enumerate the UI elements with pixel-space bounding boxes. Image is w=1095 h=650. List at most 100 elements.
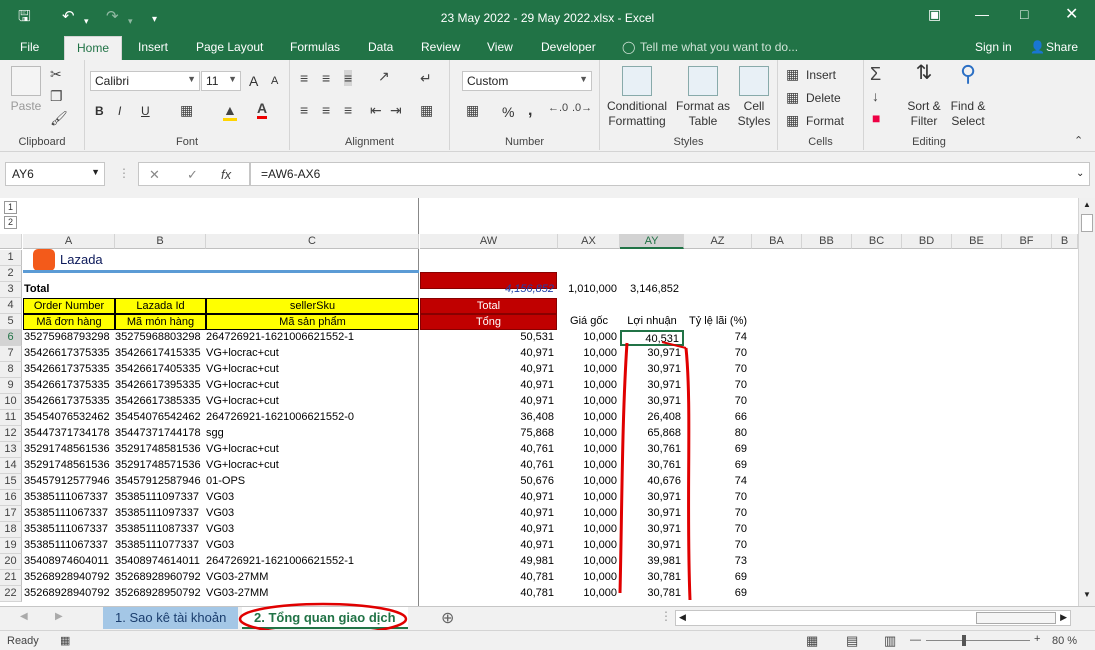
share-button[interactable]: Share bbox=[1046, 40, 1078, 54]
collapse-ribbon-icon[interactable]: ⌃ bbox=[1074, 134, 1083, 147]
scroll-left-icon[interactable]: ◀ bbox=[679, 612, 686, 623]
sign-in-link[interactable]: Sign in bbox=[975, 40, 1012, 54]
row-header-18[interactable]: 18 bbox=[0, 522, 22, 538]
minimize-icon[interactable]: — bbox=[975, 6, 989, 22]
lazada-id-cell[interactable]: 35385111097337 bbox=[115, 506, 206, 522]
outline-level-1-button[interactable]: 1 bbox=[4, 201, 17, 214]
align-left-icon[interactable]: ≡ bbox=[300, 102, 308, 118]
total-cell[interactable]: 40,971 bbox=[420, 378, 557, 394]
copy-icon[interactable]: ❐ bbox=[50, 88, 63, 105]
bottom-align-icon[interactable]: ≡ bbox=[344, 70, 353, 86]
lazada-id-cell[interactable]: 35268928950792 bbox=[115, 586, 206, 602]
expand-formula-icon[interactable]: ⌄ bbox=[1076, 168, 1084, 179]
column-header-b[interactable]: B bbox=[115, 234, 206, 249]
format-cells-icon[interactable]: ▦ bbox=[786, 112, 799, 129]
total-cell[interactable]: 40,971 bbox=[420, 394, 557, 410]
tab-formulas[interactable]: Formulas bbox=[290, 40, 340, 54]
tab-insert[interactable]: Insert bbox=[138, 40, 168, 54]
seller-sku-cell[interactable]: VG+locrac+cut bbox=[206, 378, 419, 394]
column-header-bc[interactable]: BC bbox=[852, 234, 902, 249]
bold-button[interactable]: B bbox=[95, 104, 104, 118]
italic-button[interactable]: I bbox=[118, 104, 121, 118]
header-lazada-id[interactable]: Lazada Id bbox=[115, 298, 206, 314]
header-total[interactable]: Total bbox=[420, 298, 557, 314]
total-cell[interactable]: 50,676 bbox=[420, 474, 557, 490]
delete-cells-icon[interactable]: ▦ bbox=[786, 89, 799, 106]
order-number-cell[interactable]: 35385111067337 bbox=[24, 506, 115, 522]
zoom-level[interactable]: 80 % bbox=[1052, 635, 1077, 647]
seller-sku-cell[interactable]: VG03-27MM bbox=[206, 570, 419, 586]
worksheet[interactable]: 1 2 A B C AW AX AY AZ BA BB BC BD BE BF B 1 2 3 4 5 6 7 8 9 10… bbox=[0, 198, 1095, 606]
header-loi-nhuan[interactable]: Lợi nhuận bbox=[620, 314, 684, 330]
total-cell[interactable]: 40,971 bbox=[420, 522, 557, 538]
row-header-10[interactable]: 10 bbox=[0, 394, 22, 410]
lazada-id-cell[interactable]: 35275968803298 bbox=[115, 330, 206, 346]
seller-sku-cell[interactable]: VG+locrac+cut bbox=[206, 362, 419, 378]
cell-styles-button[interactable]: Cell Styles bbox=[734, 66, 774, 129]
cut-icon[interactable]: ✂ bbox=[50, 66, 62, 83]
autosum-icon[interactable]: Σ bbox=[870, 64, 881, 85]
scroll-right-icon[interactable]: ▶ bbox=[1060, 612, 1067, 623]
row-header-4[interactable]: 4 bbox=[0, 298, 22, 314]
row-header-13[interactable]: 13 bbox=[0, 442, 22, 458]
clear-icon[interactable]: ■ bbox=[872, 110, 880, 126]
order-number-cell[interactable]: 35426617375335 bbox=[24, 378, 115, 394]
header-tong[interactable]: Tổng bbox=[420, 314, 557, 330]
grow-font-button[interactable]: A bbox=[249, 73, 258, 89]
column-header-ay[interactable]: AY bbox=[620, 234, 684, 249]
total-ax[interactable]: 1,010,000 bbox=[558, 282, 620, 298]
column-header-aw[interactable]: AW bbox=[420, 234, 558, 249]
tab-view[interactable]: View bbox=[487, 40, 513, 54]
lazada-id-cell[interactable]: 35447371744178 bbox=[115, 426, 206, 442]
tell-me-box[interactable]: Tell me what you want to do... bbox=[640, 40, 798, 54]
shrink-font-button[interactable]: A bbox=[271, 75, 278, 87]
seller-sku-cell[interactable]: 264726921-1621006621552-1 bbox=[206, 554, 419, 570]
row-header-20[interactable]: 20 bbox=[0, 554, 22, 570]
zoom-slider[interactable] bbox=[926, 640, 1030, 641]
page-layout-view-icon[interactable]: ▤ bbox=[846, 633, 858, 649]
lazada-id-cell[interactable]: 35385111097337 bbox=[115, 490, 206, 506]
header-order-number[interactable]: Order Number bbox=[23, 298, 115, 314]
order-number-cell[interactable]: 35447371734178 bbox=[24, 426, 115, 442]
row-header-22[interactable]: 22 bbox=[0, 586, 22, 602]
lazada-id-cell[interactable]: 35426617385335 bbox=[115, 394, 206, 410]
comma-button[interactable]: , bbox=[528, 102, 532, 120]
lazada-id-cell[interactable]: 35385111077337 bbox=[115, 538, 206, 554]
find-select-button[interactable]: ⚲ Find & Select bbox=[946, 63, 990, 129]
order-number-cell[interactable]: 35457912577946 bbox=[24, 474, 115, 490]
normal-view-icon[interactable]: ▦ bbox=[806, 633, 818, 649]
lazada-id-cell[interactable]: 35291748581536 bbox=[115, 442, 206, 458]
row-header-5[interactable]: 5 bbox=[0, 314, 22, 330]
row-header-9[interactable]: 9 bbox=[0, 378, 22, 394]
borders-icon[interactable]: ▦ bbox=[180, 102, 193, 119]
total-cell[interactable]: 40,971 bbox=[420, 538, 557, 554]
align-center-icon[interactable]: ≡ bbox=[322, 102, 330, 118]
order-number-cell[interactable]: 35426617375335 bbox=[24, 362, 115, 378]
seller-sku-cell[interactable]: 264726921-1621006621552-0 bbox=[206, 410, 419, 426]
column-header-c[interactable]: C bbox=[206, 234, 419, 249]
lazada-id-cell[interactable]: 35454076542462 bbox=[115, 410, 206, 426]
column-header-ba[interactable]: BA bbox=[752, 234, 802, 249]
tab-split-icon[interactable]: ⋮ bbox=[660, 609, 672, 623]
decrease-indent-icon[interactable]: ⇤ bbox=[370, 102, 382, 119]
total-cell[interactable]: 50,531 bbox=[420, 330, 557, 346]
seller-sku-cell[interactable]: 264726921-1621006621552-1 bbox=[206, 330, 419, 346]
seller-sku-cell[interactable]: VG+locrac+cut bbox=[206, 394, 419, 410]
total-cell[interactable]: 49,981 bbox=[420, 554, 557, 570]
zoom-slider-thumb[interactable] bbox=[962, 635, 966, 646]
insert-cells-button[interactable]: Insert bbox=[806, 68, 836, 82]
total-cell[interactable]: 40,761 bbox=[420, 442, 557, 458]
tab-developer[interactable]: Developer bbox=[541, 40, 596, 54]
order-number-cell[interactable]: 35291748561536 bbox=[24, 458, 115, 474]
tab-review[interactable]: Review bbox=[421, 40, 460, 54]
seller-sku-cell[interactable]: 01-OPS bbox=[206, 474, 419, 490]
vertical-scrollbar[interactable]: ▲ ▼ bbox=[1078, 198, 1095, 606]
sheet-tab-1[interactable]: 1. Sao kê tài khoản bbox=[103, 607, 239, 629]
total-cell[interactable]: 40,761 bbox=[420, 458, 557, 474]
header-ty-le-lai[interactable]: Tỷ lệ lãi (%) bbox=[684, 314, 752, 330]
order-number-cell[interactable]: 35385111067337 bbox=[24, 522, 115, 538]
row-header-7[interactable]: 7 bbox=[0, 346, 22, 362]
tab-page-layout[interactable]: Page Layout bbox=[196, 40, 263, 54]
fill-icon[interactable]: ↓ bbox=[872, 88, 879, 104]
total-cell[interactable]: 40,971 bbox=[420, 362, 557, 378]
